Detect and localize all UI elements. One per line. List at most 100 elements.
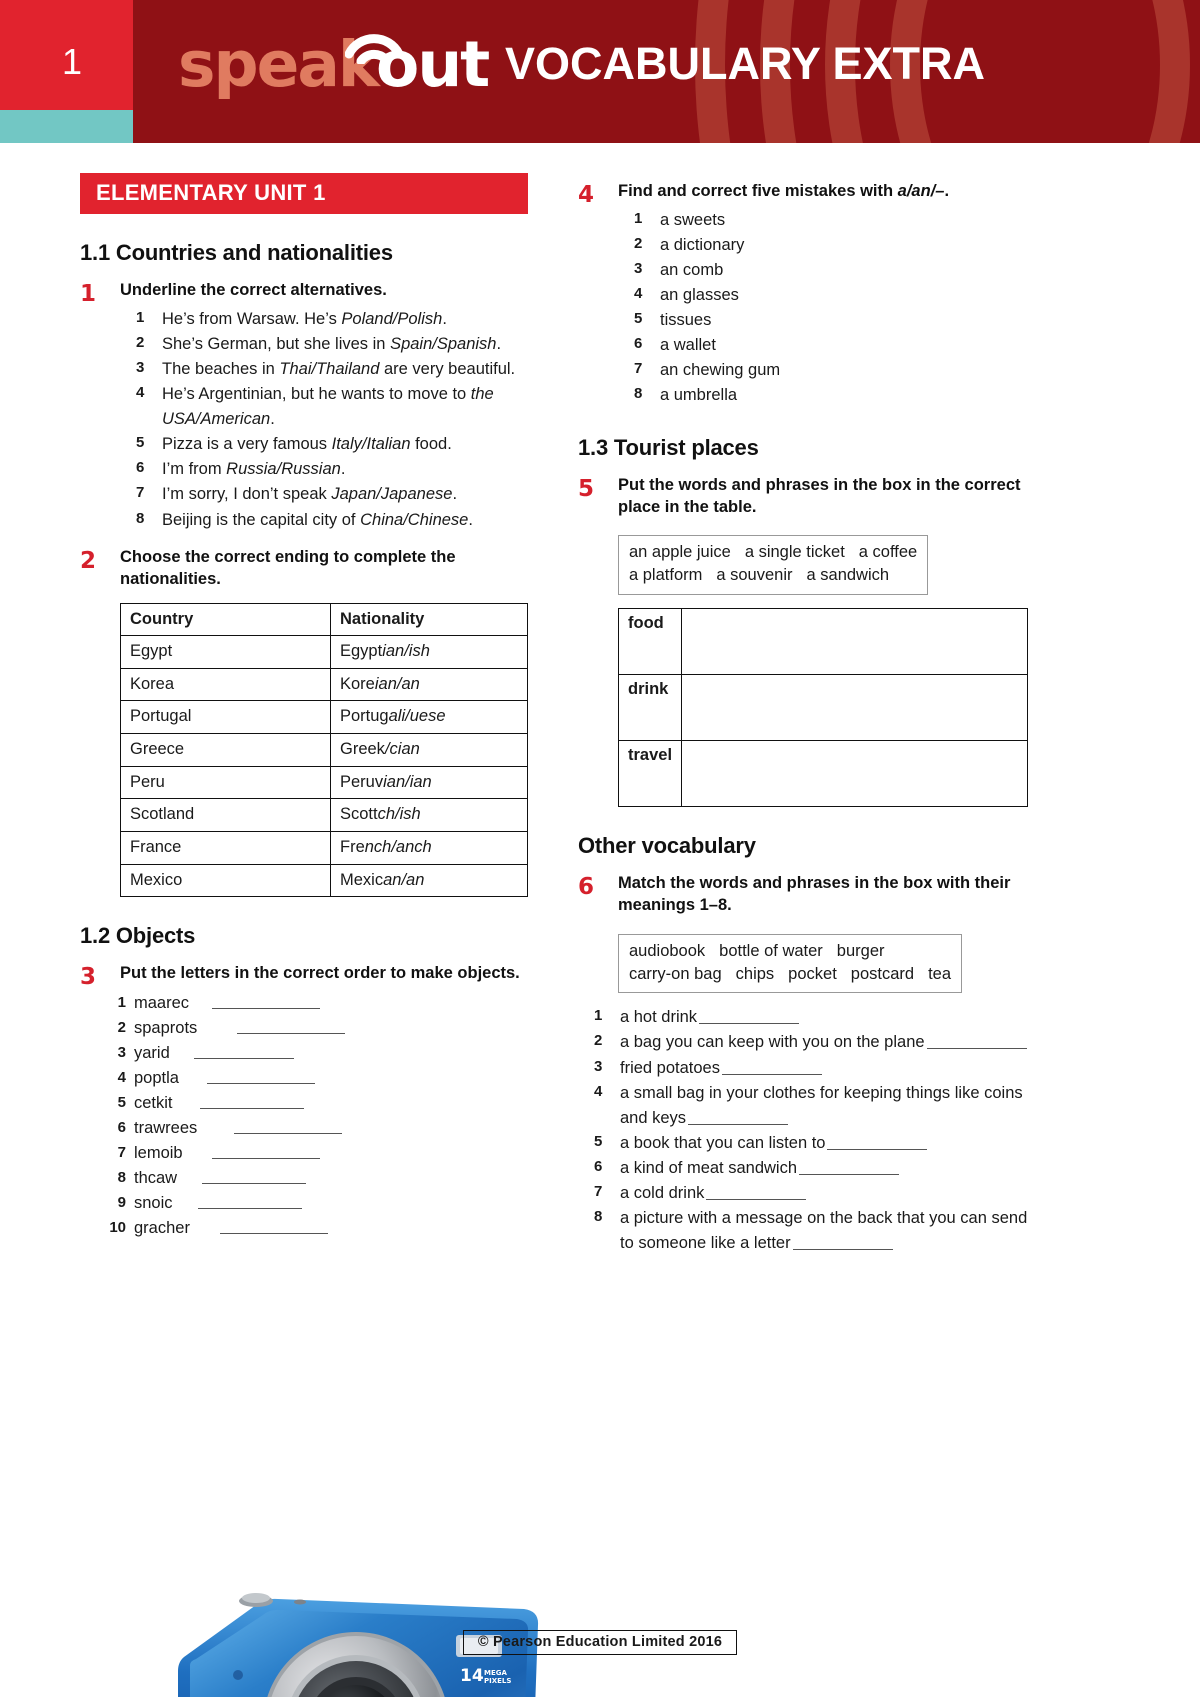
section-heading-1-2: 1.2 Objects <box>80 923 196 949</box>
exercise-3-rubric: Put the letters in the correct order to … <box>120 964 520 983</box>
table-row: Scotland Scottch/ish <box>120 798 528 832</box>
answer-blank[interactable] <box>212 1158 320 1160</box>
exercise-3-items: 1 maarec 2 spaprots 3 yarid 4 poptla 5 cetkit… <box>102 991 532 1241</box>
list-item: 1 maarec <box>102 991 532 1016</box>
answer-blank[interactable] <box>688 1108 789 1125</box>
answer-blank[interactable] <box>202 1183 306 1185</box>
answer-blank[interactable] <box>237 1033 345 1035</box>
list-item: 8a umbrella <box>634 385 738 405</box>
list-item: 2 spaprots <box>102 1016 532 1041</box>
unit-number: 1 <box>62 41 83 82</box>
list-item: 6 trawrees <box>102 1116 532 1141</box>
countries-nationalities-table: Country Nationality Egypt Egyptian/ish Ko… <box>120 602 528 898</box>
answer-blank[interactable] <box>926 1033 1027 1050</box>
word-box-line: an apple juice a single ticket a coffee <box>629 543 918 562</box>
exercise-6-number: 6 <box>578 873 595 900</box>
answer-blank[interactable] <box>198 1208 302 1210</box>
list-item: 10 gracher <box>102 1216 532 1241</box>
list-item: 6a kind of meat sandwich <box>594 1156 1030 1181</box>
list-item: 1a sweets <box>634 209 726 229</box>
exercise-4-items: 1a sweets 2a dictionary 3 an comb 4 an gla… <box>634 208 1030 409</box>
unit-number-badge: 1 <box>0 0 133 110</box>
list-item: 3 The beaches in Thai/Thailand are very b… <box>136 359 516 379</box>
row-label-food: food <box>617 607 683 675</box>
column-header-nationality: Nationality <box>330 602 528 637</box>
exercise-6-word-box: audiobook bottle of water burger carry-on … <box>618 933 963 994</box>
table-row: drink <box>617 673 1028 741</box>
answer-blank[interactable] <box>699 1008 800 1025</box>
camera-pixels-label: PIXELS <box>484 1677 511 1685</box>
table-row: Portugal Portugali/uese <box>120 700 528 735</box>
answer-cell[interactable] <box>681 739 1028 807</box>
answer-blank[interactable] <box>706 1183 807 1200</box>
speakout-logo: speakout <box>178 28 490 108</box>
list-item: 8 Beijing is the capital city of China/Ch… <box>136 509 473 529</box>
word-box-line: audiobook bottle of water burger <box>629 941 885 960</box>
table-row: travel <box>617 739 1028 807</box>
answer-blank[interactable] <box>200 1108 304 1110</box>
camera-megapixel-number: 14 <box>460 1666 484 1686</box>
table-row: Mexico Mexican/an <box>120 863 528 898</box>
answer-blank[interactable] <box>799 1158 900 1175</box>
list-item: 2a bag you can keep with you on the plan… <box>594 1030 1030 1055</box>
list-item: 1a hot drink <box>594 1005 1030 1030</box>
exercise-2: 2 Choose the correct ending to complete … <box>80 547 532 591</box>
table-header-row: Country Nationality <box>120 602 528 637</box>
table-row: Peru Peruvian/ian <box>120 765 528 800</box>
exercise-6: 6 Match the words and phrases in the box… <box>578 873 1030 917</box>
exercise-2-number: 2 <box>80 547 97 574</box>
list-item: 5a book that you can listen to <box>594 1131 1030 1156</box>
list-item: 7a cold drink <box>594 1181 1030 1206</box>
section-heading-1-1: 1.1 Countries and nationalities <box>80 240 393 265</box>
table-row: food <box>617 607 1028 675</box>
answer-blank[interactable] <box>194 1058 294 1060</box>
list-item: 7 an chewing gum <box>634 360 781 380</box>
list-item: 5 cetkit <box>102 1091 532 1116</box>
list-item: 4 an glasses <box>634 285 739 305</box>
row-label-drink: drink <box>617 673 683 741</box>
answer-blank[interactable] <box>721 1058 822 1075</box>
list-item: 6a wallet <box>634 335 716 355</box>
list-item: 3 fried potatoes <box>594 1056 1030 1081</box>
answer-blank[interactable] <box>792 1234 893 1251</box>
exercise-4-number: 4 <box>578 182 595 208</box>
table-row: France French/anch <box>120 830 528 865</box>
wifi-arc-icon <box>345 34 403 64</box>
worksheet-page: 1 speakout VOCABULARY EXTRA ELEMENTARY U… <box>0 0 1200 1697</box>
table-row: Korea Koreian/an <box>120 667 528 702</box>
camera-mega-label: MEGA <box>484 1669 507 1677</box>
answer-blank[interactable] <box>234 1133 342 1135</box>
exercise-6-items: 1a hot drink 2a bag you can keep with yo… <box>594 1005 1030 1256</box>
answer-blank[interactable] <box>220 1233 328 1235</box>
list-item: 9 snoic <box>102 1191 532 1216</box>
list-item: 4 poptla <box>102 1066 532 1091</box>
list-item: 3 yarid <box>102 1041 532 1066</box>
exercise-2-rubric: Choose the correct ending to complete th… <box>120 547 456 588</box>
row-label-travel: travel <box>617 739 683 807</box>
page-header: 1 speakout VOCABULARY EXTRA <box>0 0 1200 143</box>
list-item: 8 thcaw <box>102 1166 532 1191</box>
exercise-4: 4 Find and correct five mistakes with a/… <box>578 181 1030 409</box>
exercise-5: 5 Put the words and phrases in the box i… <box>578 475 1030 519</box>
answer-blank[interactable] <box>212 1008 320 1010</box>
list-item: 1 He’s from Warsaw. He’s Poland/Polish. <box>136 308 447 328</box>
unit-title-bar: ELEMENTARY UNIT 1 <box>80 173 528 214</box>
answer-blank[interactable] <box>827 1133 928 1150</box>
exercise-1-items: 1 He’s from Warsaw. He’s Poland/Polish. 2… <box>136 307 532 533</box>
exercise-5-number: 5 <box>578 475 595 502</box>
page-footer: © Pearson Education Limited 2016 <box>0 1630 1200 1655</box>
answer-blank[interactable] <box>207 1083 315 1085</box>
page-title: VOCABULARY EXTRA <box>505 38 986 89</box>
section-heading-other-vocabulary: Other vocabulary <box>578 832 756 858</box>
exercise-4-rubric: Find and correct five mistakes with a/an… <box>618 182 950 200</box>
copyright-notice: © Pearson Education Limited 2016 <box>462 1630 738 1655</box>
list-item: 7 lemoib <box>102 1141 532 1166</box>
column-header-country: Country <box>120 602 331 637</box>
exercise-1: 1 Underline the correct alternatives. 1H… <box>80 280 532 533</box>
answer-cell[interactable] <box>681 607 1028 675</box>
list-item: 3 an comb <box>634 260 724 280</box>
exercise-1-number: 1 <box>80 281 97 307</box>
table-row: Egypt Egyptian/ish <box>120 635 528 669</box>
exercise-3: 3 Put the letters in the correct order t… <box>80 963 532 990</box>
answer-cell[interactable] <box>681 673 1028 741</box>
